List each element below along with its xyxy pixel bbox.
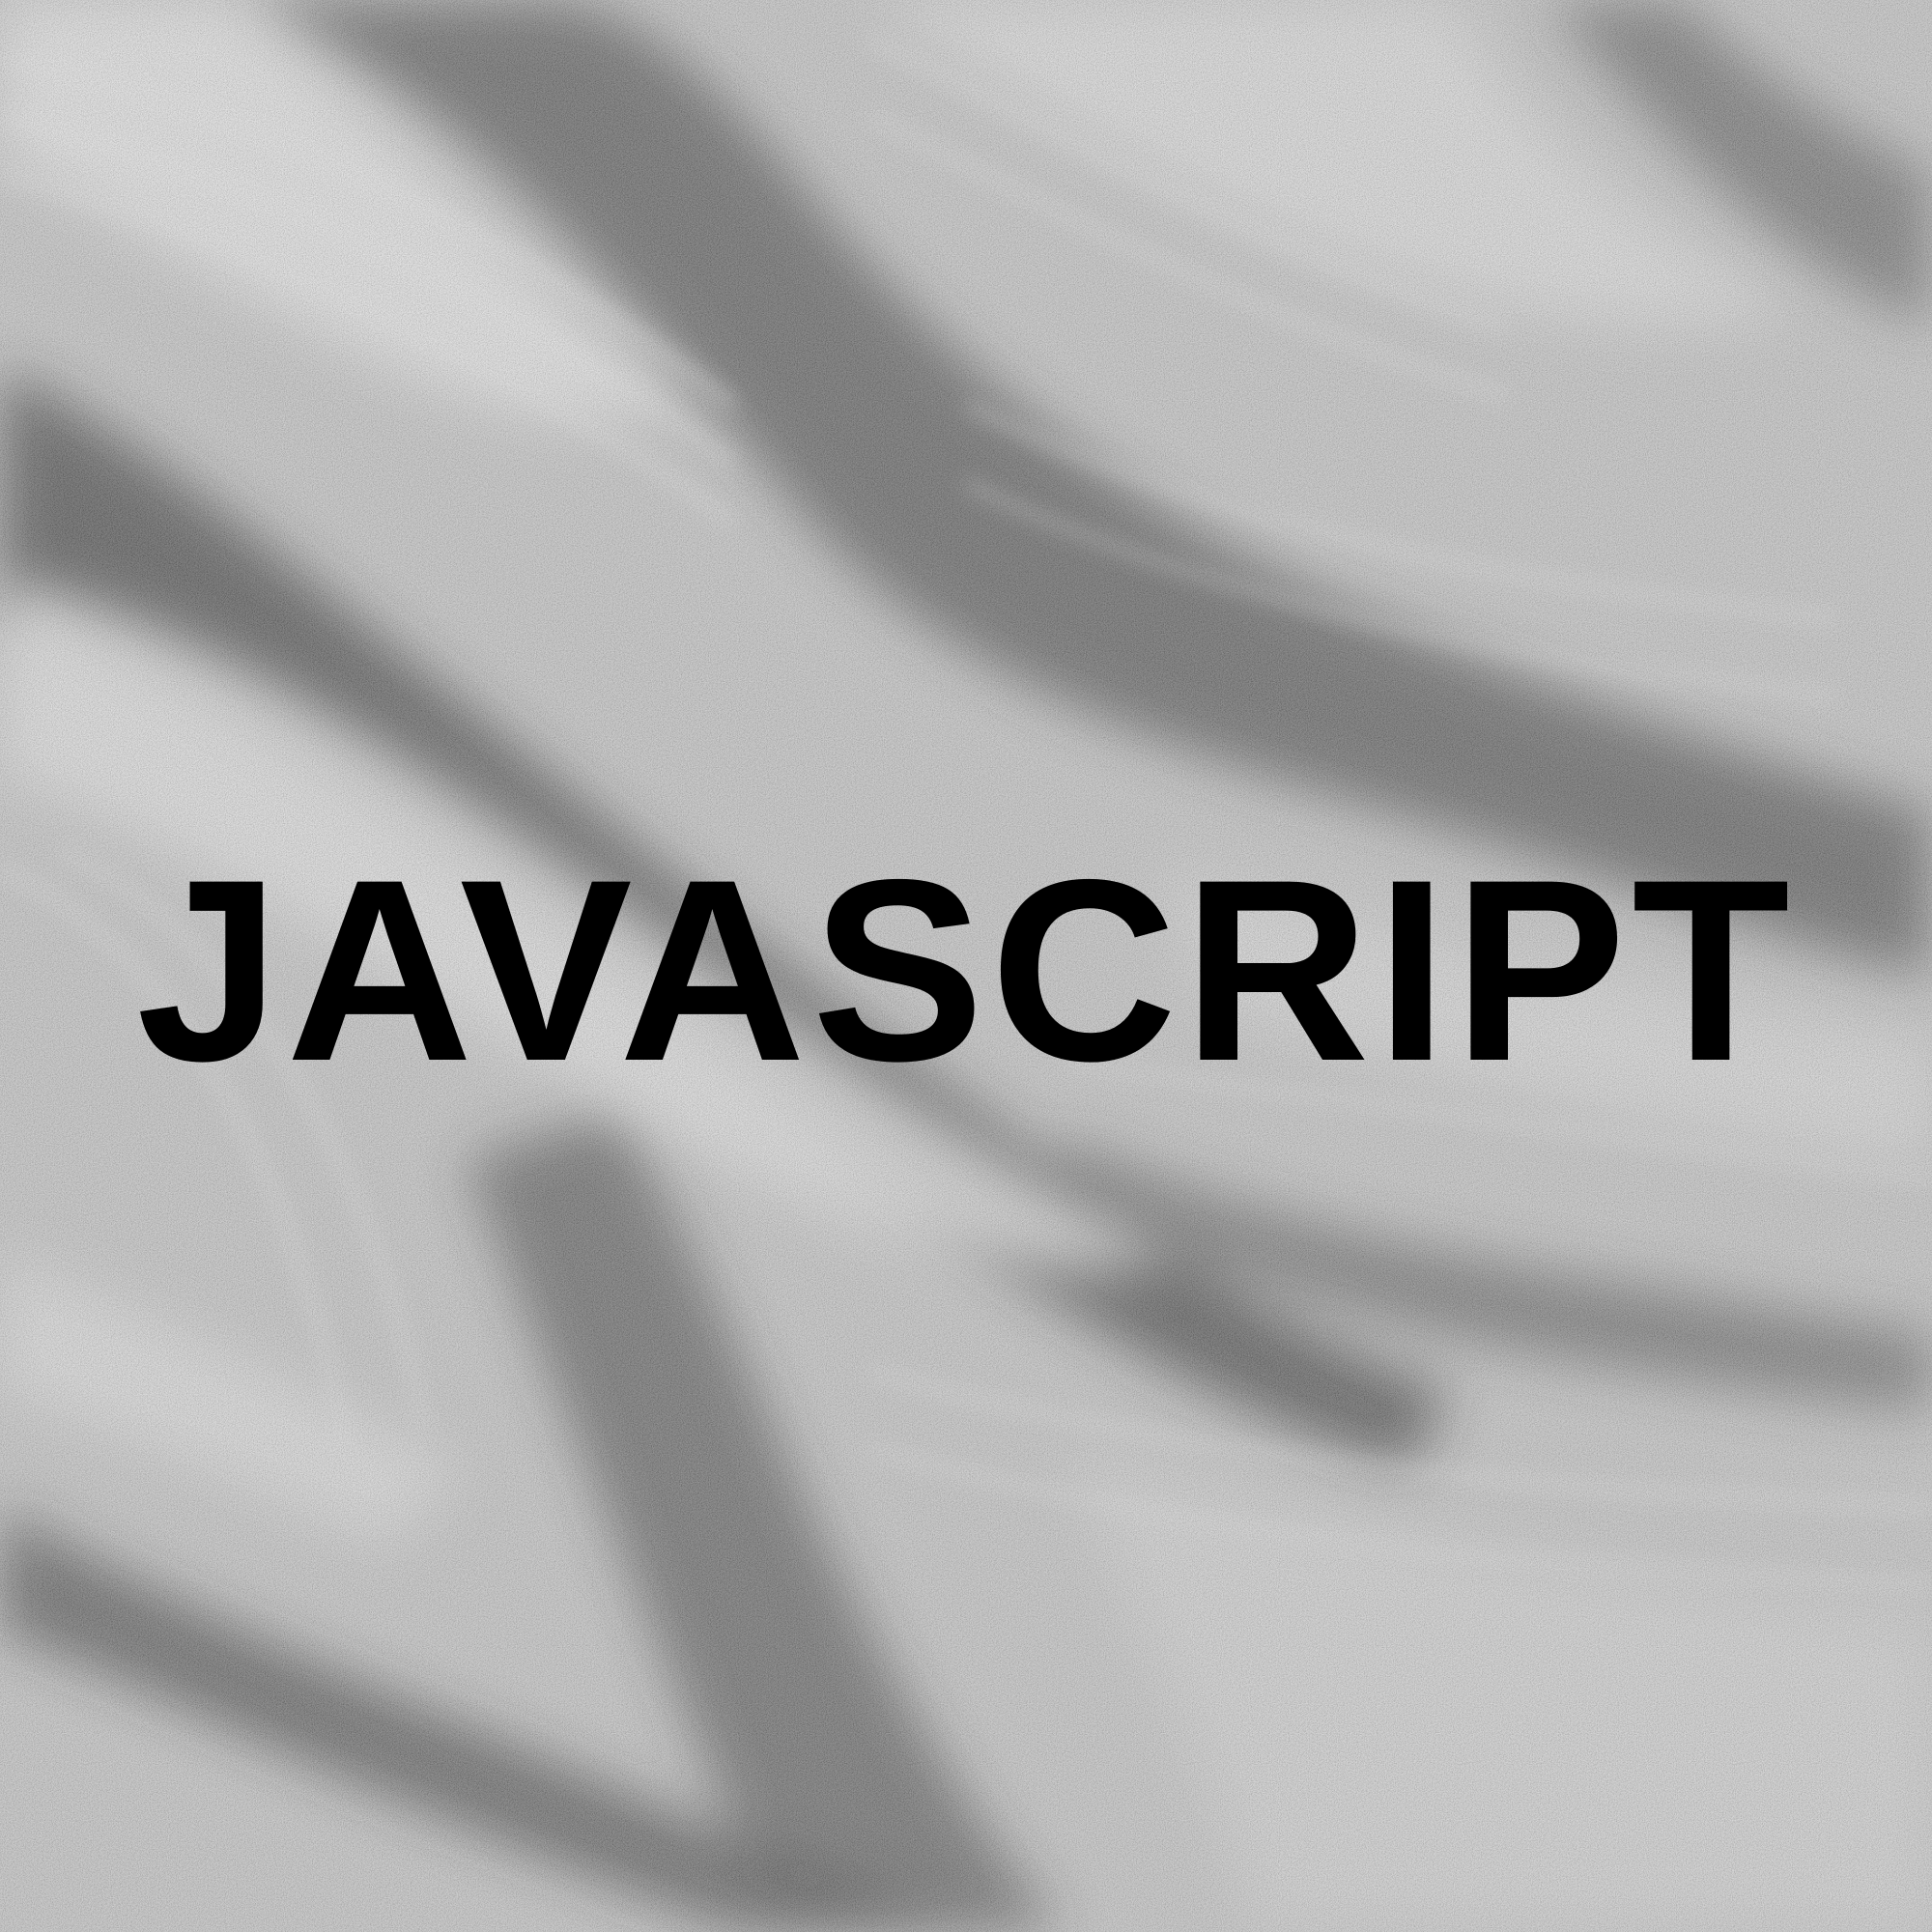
javascript-headline: JAVASCRIPT — [136, 825, 1796, 1115]
sand-photo: JAVASCRIPT — [0, 0, 1932, 1932]
